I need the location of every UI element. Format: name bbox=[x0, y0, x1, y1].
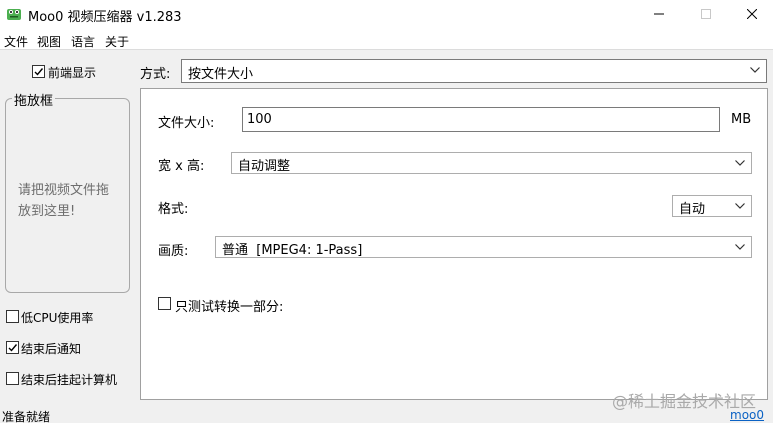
resolution-select[interactable]: 自动调整 bbox=[231, 152, 752, 174]
method-select-value: 按文件大小 bbox=[188, 67, 254, 82]
menu-file[interactable]: 文件 bbox=[4, 33, 28, 50]
chevron-down-icon bbox=[735, 160, 745, 166]
chevron-down-icon bbox=[735, 244, 745, 250]
menu-view[interactable]: 视图 bbox=[37, 33, 61, 50]
resolution-label: 宽 x 高: bbox=[158, 159, 205, 174]
maximize-button[interactable] bbox=[683, 0, 729, 28]
maximize-icon bbox=[701, 9, 711, 19]
file-size-value: 100 bbox=[247, 112, 272, 127]
drop-zone-hint: 请把视频文件拖放到这里! bbox=[18, 183, 110, 219]
chevron-down-icon bbox=[735, 203, 745, 209]
chevron-down-icon bbox=[750, 67, 760, 73]
resolution-select-value: 自动调整 bbox=[238, 159, 291, 174]
test-partial-label: 只测试转换一部分: bbox=[175, 300, 284, 315]
notify-when-done-checkbox[interactable] bbox=[6, 341, 19, 354]
file-size-unit: MB bbox=[731, 112, 752, 127]
minimize-icon bbox=[654, 13, 664, 15]
quality-label: 画质: bbox=[158, 244, 189, 259]
close-icon bbox=[747, 9, 757, 19]
front-display-checkbox[interactable] bbox=[32, 65, 45, 78]
suspend-when-done-checkbox[interactable] bbox=[6, 372, 19, 385]
suspend-when-done-label: 结束后挂起计算机 bbox=[21, 373, 118, 387]
minimize-button[interactable] bbox=[636, 0, 682, 28]
low-cpu-label: 低CPU使用率 bbox=[21, 311, 94, 325]
file-size-input[interactable]: 100 bbox=[242, 107, 720, 132]
method-select[interactable]: 按文件大小 bbox=[181, 59, 767, 83]
format-select[interactable]: 自动 bbox=[672, 195, 752, 217]
quality-select-value: 普通 [MPEG4: 1-Pass] bbox=[222, 243, 363, 258]
menu-language[interactable]: 语言 bbox=[71, 33, 95, 50]
checkmark-icon bbox=[8, 344, 18, 352]
low-cpu-checkbox[interactable] bbox=[6, 310, 19, 323]
notify-when-done-label: 结束后通知 bbox=[21, 342, 82, 356]
moo0-link[interactable]: moo0 bbox=[730, 408, 764, 422]
close-button[interactable] bbox=[729, 0, 773, 28]
menu-about[interactable]: 关于 bbox=[105, 33, 129, 50]
drop-zone-title: 拖放框 bbox=[12, 90, 56, 109]
file-size-label: 文件大小: bbox=[158, 116, 215, 131]
status-text: 准备就绪 bbox=[2, 410, 51, 423]
window-title: Moo0 视频压缩器 v1.283 bbox=[28, 10, 182, 25]
test-partial-checkbox[interactable] bbox=[158, 297, 171, 310]
front-display-label: 前端显示 bbox=[48, 66, 97, 80]
frog-icon bbox=[6, 6, 22, 22]
format-select-value: 自动 bbox=[679, 202, 706, 217]
quality-select[interactable]: 普通 [MPEG4: 1-Pass] bbox=[215, 236, 752, 258]
method-label: 方式: bbox=[140, 67, 171, 82]
format-label: 格式: bbox=[158, 202, 189, 217]
checkmark-icon bbox=[34, 68, 44, 76]
